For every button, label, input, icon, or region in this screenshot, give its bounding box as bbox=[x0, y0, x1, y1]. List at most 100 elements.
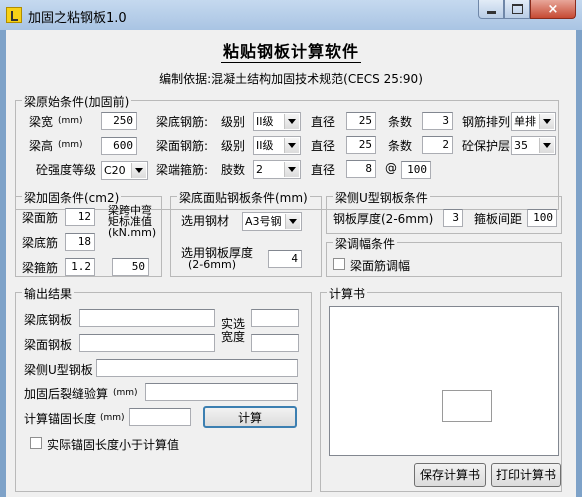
out-top-plate-field[interactable] bbox=[79, 334, 215, 352]
side-plate-group: 梁侧U型钢板条件 钢板厚度(2-6mm) 3 箍板间距 100 bbox=[326, 189, 562, 234]
top-dia-input[interactable]: 25 bbox=[346, 136, 376, 154]
side-thickness-label: 钢板厚度(2-6mm) bbox=[333, 212, 434, 226]
bottom-grade-select[interactable]: II级 bbox=[253, 112, 301, 131]
bottom-grade-label: 级别 bbox=[221, 115, 246, 129]
beam-width-input[interactable]: 250 bbox=[101, 112, 137, 130]
at-symbol: @ bbox=[385, 161, 397, 175]
top-count-label: 条数 bbox=[388, 139, 413, 153]
adjust-checkbox[interactable] bbox=[333, 258, 345, 270]
calculate-button[interactable]: 计算 bbox=[203, 406, 297, 428]
anchor-check-checkbox[interactable] bbox=[30, 437, 42, 449]
concrete-grade-select[interactable]: C20 bbox=[101, 161, 148, 180]
top-grade-select[interactable]: II级 bbox=[253, 136, 301, 155]
stirrup-legs-select[interactable]: 2 bbox=[253, 160, 301, 179]
app-icon bbox=[6, 7, 22, 23]
midspan-moment-input[interactable]: 50 bbox=[112, 258, 149, 276]
actual-width-top-field[interactable] bbox=[251, 334, 299, 352]
plate-thickness-range: (2-6mm) bbox=[188, 258, 236, 271]
beam-width-unit: (mm) bbox=[58, 116, 83, 126]
midspan-moment-label: 梁跨中弯矩标准值(kN.mm) bbox=[108, 204, 157, 239]
anchor-label: 计算锚固长度 bbox=[24, 412, 97, 426]
chevron-down-icon bbox=[284, 162, 299, 177]
bottom-rebar-label: 梁底钢筋: bbox=[156, 115, 209, 129]
anchor-field[interactable] bbox=[129, 408, 191, 426]
top-grade-label: 级别 bbox=[221, 139, 246, 153]
stirrup-dia-label: 直径 bbox=[311, 163, 336, 177]
output-group: 输出结果 梁底钢板 梁面钢板 实选宽度 梁侧U型钢板 加固后裂缝验算 (mm) … bbox=[15, 285, 312, 492]
calc-book-placeholder-box bbox=[442, 390, 492, 422]
beam-height-input[interactable]: 600 bbox=[101, 137, 137, 155]
calc-book-legend: 计算书 bbox=[327, 285, 368, 302]
reinforced-group: 梁加固条件(cm2) 梁面筋 12 梁底筋 18 梁箍筋 1.2 梁跨中弯矩标准… bbox=[15, 189, 162, 277]
minimize-icon bbox=[486, 10, 496, 14]
title-underline bbox=[221, 62, 361, 63]
beam-width-label: 梁宽 bbox=[29, 115, 54, 129]
chevron-down-icon bbox=[284, 114, 299, 129]
adjust-legend: 梁调幅条件 bbox=[333, 235, 398, 252]
maximize-button[interactable] bbox=[504, 0, 530, 19]
stirrup-legs-label: 肢数 bbox=[221, 163, 246, 177]
stirrup-legs-value: 2 bbox=[256, 163, 263, 176]
cover-label: 砼保护层 bbox=[462, 139, 511, 153]
bottom-count-label: 条数 bbox=[388, 115, 413, 129]
chevron-down-icon bbox=[284, 138, 299, 153]
out-bottom-plate-field[interactable] bbox=[79, 309, 215, 327]
crack-label: 加固后裂缝验算 bbox=[24, 387, 109, 401]
close-button[interactable]: × bbox=[530, 0, 576, 19]
steel-type-select[interactable]: A3号钢 bbox=[242, 212, 302, 231]
out-side-u-label: 梁侧U型钢板 bbox=[24, 363, 93, 377]
reinforced-bottom-input[interactable]: 18 bbox=[65, 233, 95, 251]
plate-thickness-input[interactable]: 4 bbox=[268, 250, 302, 268]
arrangement-label: 钢筋排列 bbox=[462, 115, 511, 129]
crack-field[interactable] bbox=[145, 383, 298, 401]
steel-type-label: 选用钢材 bbox=[181, 214, 230, 228]
save-report-button[interactable]: 保存计算书 bbox=[414, 463, 486, 487]
side-thickness-input[interactable]: 3 bbox=[443, 209, 463, 227]
window-title: 加固之粘钢板1.0 bbox=[28, 11, 127, 26]
concrete-grade-label: 砼强度等级 bbox=[36, 163, 97, 177]
top-grade-value: II级 bbox=[256, 139, 274, 152]
maximize-icon bbox=[511, 4, 523, 14]
reinforced-legend: 梁加固条件(cm2) bbox=[22, 189, 122, 206]
bottom-dia-input[interactable]: 25 bbox=[346, 112, 376, 130]
out-top-plate-label: 梁面钢板 bbox=[24, 338, 73, 352]
stirrup-spacing-input[interactable]: 100 bbox=[401, 161, 431, 179]
reinforced-top-input[interactable]: 12 bbox=[65, 208, 95, 226]
cover-select[interactable]: 35 bbox=[511, 136, 556, 155]
stirrup-dia-input[interactable]: 8 bbox=[346, 160, 376, 178]
reinforced-stirrup-input[interactable]: 1.2 bbox=[65, 258, 95, 276]
top-count-input[interactable]: 2 bbox=[422, 136, 453, 154]
print-report-button[interactable]: 打印计算书 bbox=[491, 463, 561, 487]
bottom-plate-group: 梁底面贴钢板条件(mm) 选用钢材 A3号钢 选用钢板厚度 (2-6mm) 4 bbox=[170, 189, 322, 277]
client-area: 粘贴钢板计算软件 编制依据:混凝土结构加固技术规范(CECS 25:90) 梁原… bbox=[6, 30, 576, 497]
bottom-dia-label: 直径 bbox=[311, 115, 336, 129]
out-side-u-field[interactable] bbox=[96, 359, 298, 377]
side-plate-legend: 梁侧U型钢板条件 bbox=[333, 189, 430, 206]
spacing-label: 箍板间距 bbox=[474, 212, 523, 226]
top-dia-label: 直径 bbox=[311, 139, 336, 153]
arrangement-select[interactable]: 单排 bbox=[511, 112, 556, 131]
anchor-check-label: 实际锚固长度小于计算值 bbox=[47, 438, 180, 452]
bottom-count-input[interactable]: 3 bbox=[422, 112, 453, 130]
out-bottom-plate-label: 梁底钢板 bbox=[24, 313, 73, 327]
spacing-input[interactable]: 100 bbox=[527, 209, 557, 227]
arrangement-value: 单排 bbox=[514, 115, 536, 128]
minimize-button[interactable] bbox=[478, 0, 504, 19]
beam-height-label: 梁高 bbox=[29, 139, 54, 153]
actual-width-bottom-field[interactable] bbox=[251, 309, 299, 327]
chevron-down-icon bbox=[539, 114, 554, 129]
chevron-down-icon bbox=[539, 138, 554, 153]
adjust-group: 梁调幅条件 梁面筋调幅 bbox=[326, 235, 562, 277]
design-basis: 编制依据:混凝土结构加固技术规范(CECS 25:90) bbox=[159, 72, 423, 86]
steel-type-value: A3号钢 bbox=[245, 215, 282, 228]
reinforced-top-label: 梁面筋 bbox=[22, 211, 59, 225]
actual-width-label: 实选宽度 bbox=[221, 317, 246, 344]
chevron-down-icon bbox=[285, 214, 300, 229]
anchor-unit: (mm) bbox=[100, 413, 125, 423]
beam-original-legend: 梁原始条件(加固前) bbox=[22, 93, 132, 110]
bottom-plate-legend: 梁底面贴钢板条件(mm) bbox=[177, 189, 310, 206]
reinforced-stirrup-label: 梁箍筋 bbox=[22, 261, 59, 275]
calc-book-textarea[interactable] bbox=[329, 306, 559, 456]
stirrup-label: 梁端箍筋: bbox=[156, 163, 209, 177]
page-title: 粘贴钢板计算软件 bbox=[222, 42, 359, 61]
